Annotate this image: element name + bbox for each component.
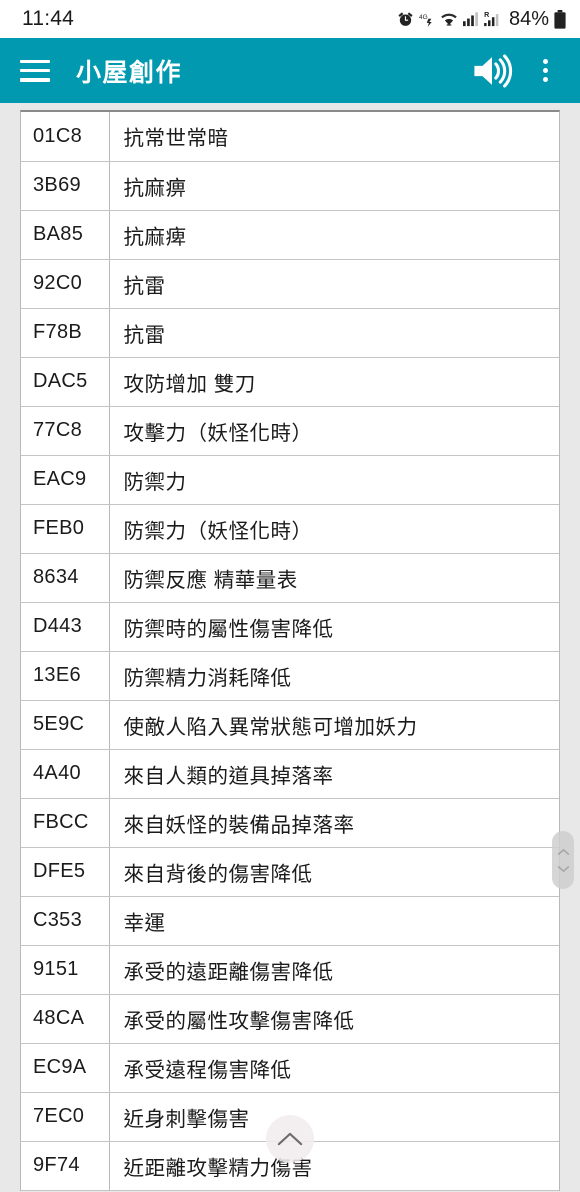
data-table-container[interactable]: 01C8 抗常世常暗 3B69 抗麻痹 BA85 抗麻痺 92C0 抗雷 F78B 抗雷 DAC5 攻…	[20, 110, 560, 1191]
cell-name: 近身刺擊傷害	[109, 1092, 559, 1142]
cell-name: 來自人類的道具掉落率	[109, 749, 559, 799]
cell-code: 77C8	[21, 406, 110, 456]
overflow-menu-icon[interactable]	[528, 54, 562, 88]
table-row[interactable]: 5E9C 使敵人陷入異常狀態可增加妖力	[21, 700, 559, 750]
table-row[interactable]: FEB0 防禦力（妖怪化時）	[21, 504, 559, 554]
table-row[interactable]: FBCC 來自妖怪的裝備品掉落率	[21, 798, 559, 848]
cell-code: EAC9	[21, 455, 110, 505]
cell-code: F78B	[21, 308, 110, 358]
cell-code: 5E9C	[21, 700, 110, 750]
cell-code: 8634	[21, 553, 110, 603]
table-row[interactable]: EAC9 防禦力	[21, 455, 559, 505]
table-row[interactable]: 4A40 來自人類的道具掉落率	[21, 749, 559, 799]
table-row[interactable]: BA85 抗麻痺	[21, 210, 559, 260]
content-area: 01C8 抗常世常暗 3B69 抗麻痹 BA85 抗麻痺 92C0 抗雷 F78B 抗雷 DAC5 攻…	[0, 103, 580, 1192]
cell-code: DAC5	[21, 357, 110, 407]
cell-code: 48CA	[21, 994, 110, 1044]
cell-code: BA85	[21, 210, 110, 260]
cell-name: 抗雷	[109, 259, 559, 309]
cell-code: C353	[21, 896, 110, 946]
cell-code: 7EC0	[21, 1092, 110, 1142]
overflow-dot	[542, 59, 548, 64]
table-row[interactable]: 13E6 防禦精力消耗降低	[21, 651, 559, 701]
hamburger-line	[20, 78, 50, 82]
cell-code: 92C0	[21, 259, 110, 309]
chevron-up-icon	[277, 1132, 303, 1146]
cell-code: DFE5	[21, 847, 110, 897]
cell-name: 防禦時的屬性傷害降低	[109, 602, 559, 652]
chevron-down-glyph	[557, 865, 569, 872]
app-bar: 小屋創作	[0, 38, 580, 103]
cell-name: 承受遠程傷害降低	[109, 1043, 559, 1093]
table-row[interactable]: 77C8 攻擊力（妖怪化時）	[21, 406, 559, 456]
chevron-up-glyph	[557, 848, 569, 855]
cell-name: 防禦力（妖怪化時）	[109, 504, 559, 554]
table-row[interactable]: DAC5 攻防增加 雙刀	[21, 357, 559, 407]
cell-code: 9151	[21, 945, 110, 995]
hamburger-line	[20, 68, 50, 73]
cell-code: 9F74	[21, 1141, 110, 1191]
network-4g-icon: 4G	[419, 12, 435, 27]
cell-code: 13E6	[21, 651, 110, 701]
status-clock: 11:44	[22, 7, 74, 30]
table-body: 01C8 抗常世常暗 3B69 抗麻痹 BA85 抗麻痺 92C0 抗雷 F78B 抗雷 DAC5 攻…	[21, 112, 559, 1191]
battery-percentage: 84%	[508, 7, 549, 30]
wifi-icon	[440, 12, 458, 27]
cell-code: D443	[21, 602, 110, 652]
svg-text:R: R	[484, 11, 489, 19]
page-title: 小屋創作	[76, 58, 183, 87]
cell-name: 來自背後的傷害降低	[109, 847, 559, 897]
cell-code: FBCC	[21, 798, 110, 848]
cell-code: 4A40	[21, 749, 110, 799]
svg-text:4G: 4G	[419, 13, 428, 20]
cell-name: 來自妖怪的裝備品掉落率	[109, 798, 559, 848]
sound-on-icon[interactable]	[470, 51, 514, 91]
table-row[interactable]: 48CA 承受的屬性攻擊傷害降低	[21, 994, 559, 1044]
table-row[interactable]: F78B 抗雷	[21, 308, 559, 358]
cell-name: 抗麻痺	[109, 210, 559, 260]
cell-name: 抗麻痹	[109, 161, 559, 211]
cell-name: 防禦力	[109, 455, 559, 505]
table-row[interactable]: EC9A 承受遠程傷害降低	[21, 1043, 559, 1093]
scroll-drag-handle-icon[interactable]	[552, 831, 574, 889]
cell-name: 抗雷	[109, 308, 559, 358]
table-row[interactable]: 9151 承受的遠距離傷害降低	[21, 945, 559, 995]
overflow-dot	[542, 68, 548, 73]
cell-code: EC9A	[21, 1043, 110, 1093]
table-row[interactable]: 8634 防禦反應 精華量表	[21, 553, 559, 603]
cell-name: 使敵人陷入異常狀態可增加妖力	[109, 700, 559, 750]
cell-code: 01C8	[21, 112, 110, 162]
alarm-icon	[397, 11, 414, 28]
cell-name: 抗常世常暗	[109, 112, 559, 162]
cell-name: 幸運	[109, 896, 559, 946]
status-bar: 11:44 4G R 84%	[0, 0, 580, 38]
cell-name: 攻防增加 雙刀	[109, 357, 559, 407]
overflow-dot	[542, 77, 548, 82]
table-row[interactable]: C353 幸運	[21, 896, 559, 946]
table-row[interactable]: DFE5 來自背後的傷害降低	[21, 847, 559, 897]
scroll-to-top-button[interactable]	[266, 1115, 314, 1163]
table-row[interactable]: D443 防禦時的屬性傷害降低	[21, 602, 559, 652]
cell-name: 防禦反應 精華量表	[109, 553, 559, 603]
cell-name: 攻擊力（妖怪化時）	[109, 406, 559, 456]
table-row[interactable]: 92C0 抗雷	[21, 259, 559, 309]
cell-code: FEB0	[21, 504, 110, 554]
cell-code: 3B69	[21, 161, 110, 211]
cell-name: 承受的遠距離傷害降低	[109, 945, 559, 995]
cell-name: 承受的屬性攻擊傷害降低	[109, 994, 559, 1044]
table-row[interactable]: 3B69 抗麻痹	[21, 161, 559, 211]
data-table: 01C8 抗常世常暗 3B69 抗麻痹 BA85 抗麻痺 92C0 抗雷 F78B 抗雷 DAC5 攻…	[21, 112, 559, 1191]
cell-name: 近距離攻擊精力傷害	[109, 1141, 559, 1191]
table-row[interactable]: 01C8 抗常世常暗	[21, 112, 559, 162]
status-indicators: 4G R 84%	[397, 8, 566, 31]
signal-bars-icon	[462, 11, 479, 27]
battery-icon	[554, 9, 566, 29]
hamburger-menu-icon[interactable]	[20, 59, 50, 82]
signal-roaming-icon: R	[484, 11, 502, 27]
hamburger-line	[20, 59, 50, 63]
cell-name: 防禦精力消耗降低	[109, 651, 559, 701]
